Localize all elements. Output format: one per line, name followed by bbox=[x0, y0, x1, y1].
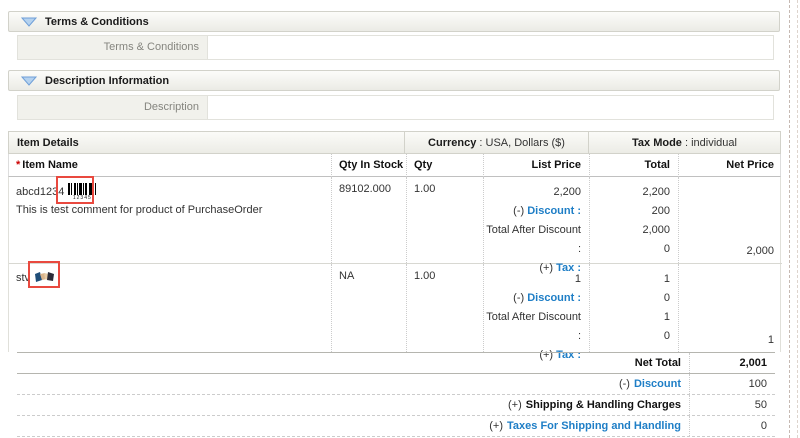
discount-link[interactable]: Discount : bbox=[527, 292, 581, 304]
total-after-discount-value: 2,000 bbox=[590, 221, 678, 240]
discount-total-link[interactable]: Discount bbox=[634, 378, 681, 390]
discount-link-line: (-) Discount : bbox=[484, 289, 589, 308]
currency-value: USA, Dollars ($) bbox=[486, 137, 565, 149]
total-value: 1 bbox=[590, 270, 678, 289]
qty-in-stock-value: NA bbox=[331, 264, 406, 352]
discount-value: 0 bbox=[590, 289, 678, 308]
description-field-value[interactable] bbox=[208, 96, 773, 119]
item-row-2: stv NA 1.00 1 bbox=[9, 264, 782, 352]
list-price-cell: 1 (-) Discount : Total After Discount : … bbox=[483, 264, 589, 352]
item-details-header-bar: Item Details Currency : USA, Dollars ($)… bbox=[8, 131, 781, 154]
discount-total-value: 100 bbox=[690, 378, 775, 390]
page-boundary-dashed-line bbox=[789, 0, 790, 438]
net-total-value: 2,001 bbox=[690, 357, 775, 369]
item-rows: abcd1234 12345 This is t bbox=[8, 177, 781, 352]
column-qty: Qty bbox=[406, 154, 483, 177]
annotation-box-product-image bbox=[28, 261, 60, 288]
item-comment: This is test comment for product of Purc… bbox=[16, 204, 331, 216]
currency-separator: : bbox=[476, 137, 485, 149]
tax-mode-separator: : bbox=[682, 137, 691, 149]
total-cell: 2,200 200 2,000 0 bbox=[589, 177, 678, 263]
terms-field-label: Terms & Conditions bbox=[18, 36, 208, 59]
column-header-row: *Item Name Qty In Stock Qty List Price T… bbox=[8, 154, 781, 177]
currency-label: Currency bbox=[428, 137, 476, 149]
shipping-taxes-row: (+)Taxes For Shipping and Handling 0 bbox=[17, 416, 775, 437]
tax-value: 0 bbox=[590, 240, 678, 259]
collapse-triangle-icon[interactable] bbox=[21, 76, 37, 86]
shipping-charges-label: Shipping & Handling Charges bbox=[526, 399, 681, 411]
item-details-title: Item Details bbox=[9, 132, 405, 153]
annotation-box-barcode bbox=[56, 176, 94, 204]
tax-mode-value: individual bbox=[691, 137, 737, 149]
column-total: Total bbox=[589, 154, 678, 177]
description-field-label: Description bbox=[18, 96, 208, 119]
section-title: Terms & Conditions bbox=[45, 16, 149, 28]
shipping-charges-value: 50 bbox=[690, 399, 775, 411]
total-after-discount-label: Total After Discount : bbox=[484, 308, 589, 346]
qty-in-stock-value: 89102.000 bbox=[331, 177, 406, 263]
shipping-taxes-link[interactable]: Taxes For Shipping and Handling bbox=[507, 420, 681, 432]
item-details-table: Item Details Currency : USA, Dollars ($)… bbox=[8, 131, 781, 437]
section-title: Description Information bbox=[45, 75, 169, 87]
section-header-description[interactable]: Description Information bbox=[8, 70, 780, 91]
required-marker: * bbox=[16, 159, 20, 171]
shipping-charges-row: (+)Shipping & Handling Charges 50 bbox=[17, 395, 775, 416]
discount-value: 200 bbox=[590, 202, 678, 221]
total-value: 2,200 bbox=[590, 183, 678, 202]
net-total-label: Net Total bbox=[635, 357, 681, 369]
tax-mode-label: Tax Mode bbox=[632, 137, 682, 149]
item-row-1: abcd1234 12345 This is t bbox=[9, 177, 782, 264]
terms-field-value[interactable] bbox=[208, 36, 773, 59]
page-boundary-dashed-line bbox=[797, 0, 798, 438]
qty-value: 1.00 bbox=[406, 177, 483, 263]
discount-link-line: (-) Discount : bbox=[484, 202, 589, 221]
discount-total-row: (-)Discount 100 bbox=[17, 374, 775, 395]
tax-value: 0 bbox=[590, 327, 678, 346]
net-price-cell: 2,000 bbox=[678, 177, 782, 263]
discount-link[interactable]: Discount : bbox=[527, 205, 581, 217]
column-qty-in-stock: Qty In Stock bbox=[331, 154, 406, 177]
purchase-order-form: Terms & Conditions Terms & Conditions De… bbox=[0, 0, 800, 438]
net-price-cell: 1 bbox=[678, 264, 782, 352]
qty-value: 1.00 bbox=[406, 264, 483, 352]
total-after-discount-value: 1 bbox=[590, 308, 678, 327]
list-price-value: 1 bbox=[484, 270, 589, 289]
currency-header: Currency : USA, Dollars ($) bbox=[405, 132, 589, 153]
column-item-name: *Item Name bbox=[9, 154, 331, 177]
description-field-row: Description bbox=[17, 95, 774, 120]
net-total-row: Net Total 2,001 bbox=[17, 352, 775, 374]
terms-field-row: Terms & Conditions bbox=[17, 35, 774, 60]
total-cell: 1 0 1 0 bbox=[589, 264, 678, 352]
section-header-terms[interactable]: Terms & Conditions bbox=[8, 11, 780, 32]
total-after-discount-label: Total After Discount : bbox=[484, 221, 589, 259]
list-price-cell: 2,200 (-) Discount : Total After Discoun… bbox=[483, 177, 589, 263]
list-price-value: 2,200 bbox=[484, 183, 589, 202]
column-list-price: List Price bbox=[483, 154, 589, 177]
column-net-price: Net Price bbox=[678, 154, 782, 177]
shipping-taxes-value: 0 bbox=[690, 420, 775, 432]
tax-mode-header: Tax Mode : individual bbox=[589, 132, 780, 153]
collapse-triangle-icon[interactable] bbox=[21, 17, 37, 27]
totals-section: Net Total 2,001 (-)Discount 100 (+)Shipp… bbox=[17, 352, 775, 437]
